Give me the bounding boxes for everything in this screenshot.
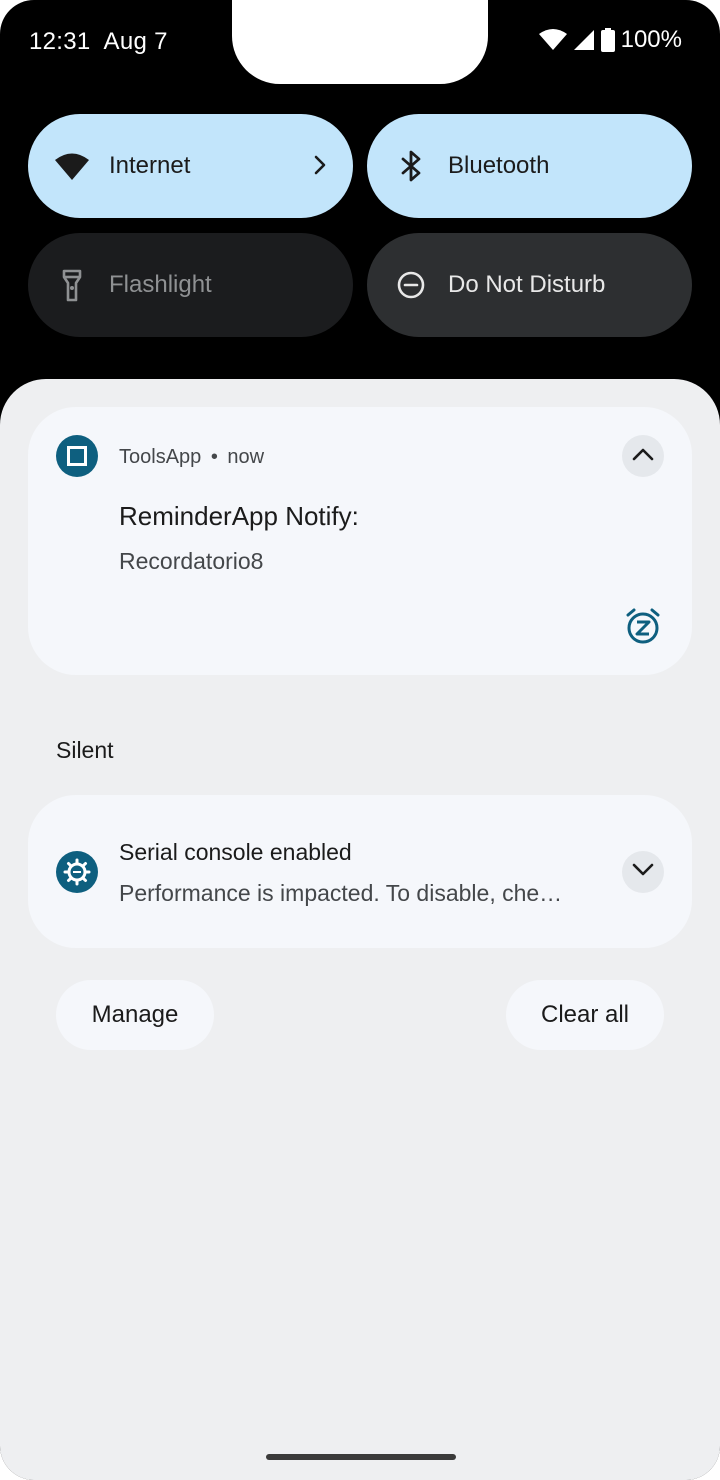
camera-notch (232, 0, 488, 84)
snooze-icon[interactable] (624, 607, 662, 650)
notification-text: Performance is impacted. To disable, che… (119, 880, 563, 906)
tile-do-not-disturb[interactable]: Do Not Disturb (367, 233, 692, 337)
chevron-right-icon (313, 154, 327, 181)
notification-time: now (227, 446, 265, 468)
chevron-down-icon (631, 862, 655, 883)
android-system-icon (56, 851, 98, 898)
notification-text: Recordatorio8 (119, 548, 264, 574)
notification-app-name: ToolsApp (119, 446, 202, 468)
clear-all-button[interactable]: Clear all (506, 980, 664, 1050)
status-clock: 12:31 Aug 7 (29, 28, 168, 56)
tile-internet-label: Internet (109, 152, 191, 179)
collapse-button[interactable] (622, 435, 664, 477)
notification-header: ToolsApp • now (119, 446, 264, 469)
do-not-disturb-icon (393, 267, 429, 303)
tile-flashlight[interactable]: Flashlight (28, 233, 353, 337)
battery-percent: 100% (620, 26, 682, 53)
status-date: Aug 7 (103, 28, 168, 55)
tile-bluetooth-label: Bluetooth (448, 152, 550, 179)
chevron-up-icon (631, 446, 655, 467)
notification-serial-console[interactable]: Serial console enabled Performance is im… (28, 795, 692, 948)
notification-shade: ToolsApp • now ReminderApp Notify: Recor… (0, 379, 720, 1480)
bluetooth-icon (393, 148, 429, 184)
tile-internet[interactable]: Internet (28, 114, 353, 218)
expand-button[interactable] (622, 851, 664, 893)
flashlight-icon (54, 267, 90, 303)
silent-section-label: Silent (56, 737, 114, 763)
manage-button[interactable]: Manage (56, 980, 214, 1050)
status-bar: 12:31 Aug 7 100% (0, 0, 720, 86)
notification-title: Serial console enabled (119, 839, 352, 865)
home-gesture-bar[interactable] (266, 1454, 456, 1460)
phone-screen: 12:31 Aug 7 100% Internet Bluetooth Flas… (0, 0, 720, 1480)
wifi-signal-icon (538, 29, 567, 51)
tile-bluetooth[interactable]: Bluetooth (367, 114, 692, 218)
notification-reminder[interactable]: ToolsApp • now ReminderApp Notify: Recor… (28, 407, 692, 675)
status-indicators: 100% (538, 26, 682, 54)
status-time: 12:31 (29, 28, 91, 55)
battery-icon (600, 28, 615, 52)
tile-flashlight-label: Flashlight (109, 271, 212, 298)
tile-do-not-disturb-label: Do Not Disturb (448, 271, 606, 298)
wifi-icon (54, 148, 90, 184)
toolsapp-icon (56, 435, 98, 482)
notification-separator: • (210, 446, 218, 468)
cell-signal-icon (573, 29, 595, 51)
notification-title: ReminderApp Notify: (119, 501, 359, 531)
